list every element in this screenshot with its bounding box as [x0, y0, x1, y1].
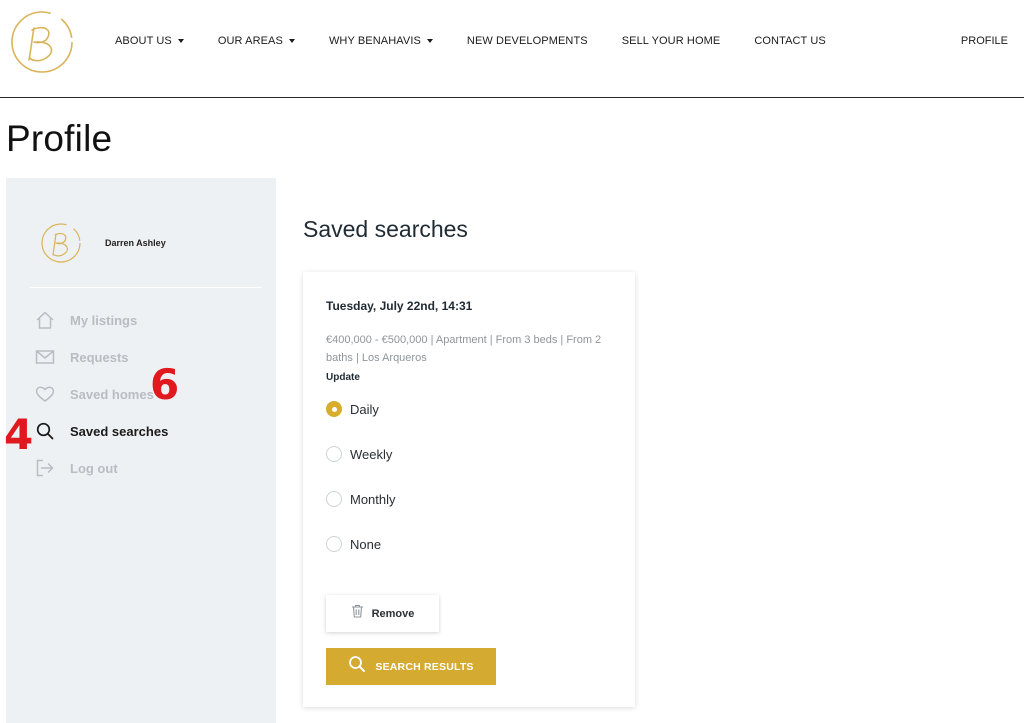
nav-about-us-label: ABOUT US [115, 35, 172, 47]
sidebar-item-log-out[interactable]: Log out [34, 457, 118, 479]
trash-icon [351, 604, 364, 623]
update-label: Update [326, 372, 360, 383]
sidebar-item-my-listings[interactable]: My listings [34, 309, 137, 331]
section-title: Saved searches [303, 216, 468, 242]
radio-label: Weekly [350, 446, 393, 462]
radio-none[interactable]: None [326, 536, 381, 552]
nav-about-us[interactable]: ABOUT US [115, 35, 184, 47]
avatar [40, 222, 82, 264]
sidebar-item-saved-searches[interactable]: Saved searches [34, 420, 168, 442]
remove-button-label: Remove [371, 607, 415, 620]
radio-checked-icon[interactable] [326, 401, 342, 417]
nav-contact-us-label: CONTACT US [754, 35, 826, 47]
sidebar-item-label: Saved searches [70, 423, 169, 439]
search-results-label: SEARCH RESULTS [375, 660, 474, 673]
radio-weekly[interactable]: Weekly [326, 446, 392, 462]
radio-unchecked-icon[interactable] [326, 536, 342, 552]
search-criteria-line: baths | Los Arqueros [326, 352, 427, 364]
radio-unchecked-icon[interactable] [326, 446, 342, 462]
sidebar-item-label: Requests [70, 349, 129, 365]
radio-monthly[interactable]: Monthly [326, 491, 396, 507]
sidebar-item-requests[interactable]: Requests [34, 346, 129, 368]
annotation-6: 6 [150, 360, 180, 409]
radio-unchecked-icon[interactable] [326, 491, 342, 507]
sidebar-item-label: Log out [70, 460, 118, 476]
nav-our-areas-label: OUR AREAS [217, 35, 283, 47]
caret-down-icon [426, 39, 433, 43]
nav-new-developments[interactable]: NEW DEVELOPMENTS [467, 35, 588, 47]
heart-icon [34, 383, 56, 405]
nav-our-areas[interactable]: OUR AREAS [218, 35, 295, 47]
nav-contact-us[interactable]: CONTACT US [754, 35, 826, 47]
remove-button[interactable]: Remove [326, 595, 439, 632]
radio-label: Daily [350, 401, 379, 417]
nav-sell-your-home-label: SELL YOUR HOME [621, 35, 721, 47]
sidebar-item-saved-homes[interactable]: Saved homes [34, 383, 154, 405]
search-icon [34, 420, 56, 442]
radio-daily[interactable]: Daily [326, 401, 379, 417]
envelope-icon [34, 346, 56, 368]
sidebar-item-label: My listings [70, 312, 138, 328]
search-date: Tuesday, July 22nd, 14:31 [326, 299, 473, 313]
search-criteria: €400,000 - €500,000 | Apartment | From 3… [326, 331, 618, 367]
search-results-button[interactable]: SEARCH RESULTS [326, 648, 496, 685]
sidebar-divider [30, 287, 262, 288]
caret-down-icon [177, 39, 184, 43]
user-name: Darren Ashley [105, 238, 166, 248]
radio-label: Monthly [350, 491, 396, 507]
search-criteria-line: €400,000 - €500,000 | Apartment | From 3… [326, 334, 602, 346]
saved-search-card: Tuesday, July 22nd, 14:31 €400,000 - €50… [303, 272, 635, 707]
radio-label: None [350, 536, 382, 552]
caret-down-icon [288, 39, 295, 43]
nav-why-benahavis-label: WHY BENAHAVIS [328, 35, 421, 47]
nav-why-benahavis[interactable]: WHY BENAHAVIS [329, 35, 433, 47]
logout-icon [34, 457, 56, 479]
nav-profile[interactable]: PROFILE [961, 35, 1008, 47]
annotation-4: 4 [4, 410, 34, 459]
brand-logo[interactable] [10, 8, 74, 76]
search-icon [348, 655, 366, 678]
profile-sidebar: Darren Ashley My listings Requests Saved… [6, 178, 276, 723]
nav-new-developments-label: NEW DEVELOPMENTS [466, 35, 588, 47]
home-icon [34, 309, 56, 331]
site-header: ABOUT US OUR AREAS WHY BENAHAVIS NEW DEV… [0, 0, 1024, 98]
main-nav: ABOUT US OUR AREAS WHY BENAHAVIS NEW DEV… [115, 35, 860, 47]
sidebar-item-label: Saved homes [70, 386, 154, 402]
nav-sell-your-home[interactable]: SELL YOUR HOME [622, 35, 721, 47]
page-title: Profile [6, 118, 113, 159]
